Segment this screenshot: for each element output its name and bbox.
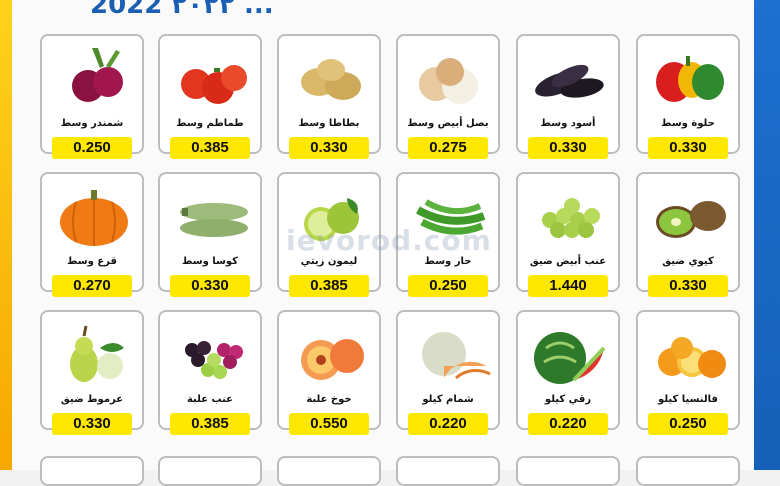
- product-name: كيوي ضيق: [662, 256, 714, 267]
- price-tag: 0.385: [170, 137, 250, 159]
- product-card: خوخ علبة 0.550: [277, 310, 381, 435]
- beetroot-icon: [72, 48, 123, 102]
- product-card: شمندر وسط 0.250: [40, 34, 144, 159]
- potato-icon: [301, 59, 361, 100]
- product-card: حلوة وسط 0.330: [636, 34, 740, 159]
- zucchini-icon: [180, 203, 248, 237]
- price-tag: 0.250: [408, 275, 488, 297]
- price-tag: 0.385: [170, 413, 250, 435]
- green-grapes-icon: [542, 198, 600, 238]
- price-tag: 0.330: [648, 137, 728, 159]
- product-name: خوخ علبة: [306, 394, 352, 405]
- eggplant-icon: [535, 64, 604, 98]
- product-card: أسود وسط 0.330: [516, 34, 620, 159]
- product-name: فالنسيا كيلو: [658, 394, 718, 405]
- product-name: بصل أبيض وسط: [407, 118, 489, 129]
- product-name: عنب أبيض ضيق: [529, 256, 607, 267]
- product-name: قرع وسط: [67, 256, 117, 267]
- left-accent-stripe: [0, 0, 12, 470]
- product-name: ليمون زيتي: [300, 256, 358, 267]
- peach-icon: [301, 339, 364, 380]
- price-tag: 0.250: [648, 413, 728, 435]
- product-card: شمام كيلو 0.220: [396, 310, 500, 435]
- product-name: رقي كيلو: [544, 394, 592, 405]
- price-tag: 0.330: [289, 137, 369, 159]
- watermelon-icon: [534, 332, 606, 384]
- product-card: عنب أبيض ضيق 1.440: [516, 172, 620, 297]
- price-tag: 0.220: [528, 413, 608, 435]
- product-card: بصل أبيض وسط 0.275: [396, 34, 500, 159]
- price-tag: 0.385: [289, 275, 369, 297]
- price-tag: 0.330: [648, 275, 728, 297]
- product-name: حلوة وسط: [661, 118, 715, 129]
- header-title-partial: 2022 ٢٠٢٢ ...: [90, 0, 274, 20]
- product-name: شمندر وسط: [60, 118, 124, 129]
- right-accent-stripe: [754, 0, 780, 470]
- price-tag: 0.270: [52, 275, 132, 297]
- watermark: ievorod.com: [286, 224, 492, 257]
- product-card-partial: [516, 456, 620, 486]
- bell-peppers-icon: [656, 56, 724, 102]
- price-tag: 0.220: [408, 413, 488, 435]
- product-name: طماطم وسط: [176, 118, 244, 129]
- price-tag: 0.275: [408, 137, 488, 159]
- tomato-icon: [181, 65, 247, 104]
- product-card-partial: [636, 456, 740, 486]
- orange-icon: [658, 337, 726, 378]
- price-tag: 0.330: [170, 275, 250, 297]
- product-name: بطاطا وسط: [298, 118, 360, 129]
- product-card-partial: [396, 456, 500, 486]
- product-card: عرموط ضيق 0.330: [40, 310, 144, 435]
- product-card: كوسا وسط 0.330: [158, 172, 262, 297]
- price-tag: 0.250: [52, 137, 132, 159]
- price-tag: 1.440: [528, 275, 608, 297]
- product-card: طماطم وسط 0.385: [158, 34, 262, 159]
- product-card: كيوي ضيق 0.330: [636, 172, 740, 297]
- product-card: عنب علبة 0.385: [158, 310, 262, 435]
- product-card-partial: [40, 456, 144, 486]
- white-onion-icon: [419, 58, 478, 104]
- product-name: شمام كيلو: [422, 394, 474, 405]
- product-card: فالنسيا كيلو 0.250: [636, 310, 740, 435]
- price-tag: 0.550: [289, 413, 369, 435]
- product-name: عنب علبة: [186, 394, 234, 405]
- kiwi-icon: [656, 201, 726, 238]
- product-name: عرموط ضيق: [60, 394, 124, 405]
- product-card: قرع وسط 0.270: [40, 172, 144, 297]
- product-name: حار وسط: [424, 256, 472, 267]
- product-name: أسود وسط: [540, 118, 596, 129]
- product-card: بطاطا وسط 0.330: [277, 34, 381, 159]
- product-card: رقي كيلو 0.220: [516, 310, 620, 435]
- melon-icon: [422, 332, 491, 380]
- pear-icon: [70, 325, 124, 382]
- price-tag: 0.330: [52, 413, 132, 435]
- price-tag: 0.330: [528, 137, 608, 159]
- grapes-mix-icon: [185, 341, 243, 379]
- pumpkin-icon: [60, 190, 128, 246]
- product-name: كوسا وسط: [182, 256, 238, 267]
- product-card-partial: [158, 456, 262, 486]
- product-card-partial: [277, 456, 381, 486]
